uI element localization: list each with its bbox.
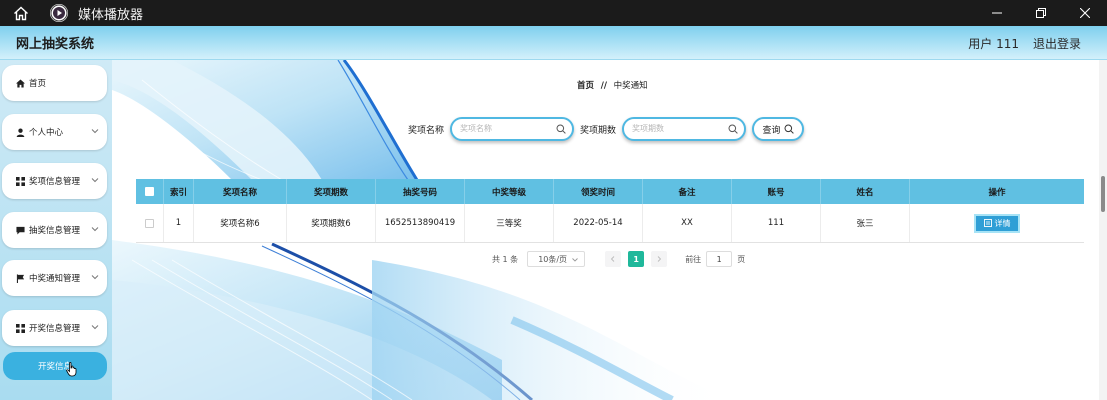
- title-bar: 媒体播放器: [0, 0, 1107, 26]
- close-button[interactable]: [1063, 0, 1107, 26]
- header-prize-name: 奖项名称: [194, 179, 287, 204]
- breadcrumb-current: 中奖通知: [613, 81, 648, 91]
- sidebar-item-lottery-info[interactable]: 抽奖信息管理: [2, 212, 107, 248]
- row-select-cell: [136, 204, 164, 242]
- sidebar-item-personal-center[interactable]: 个人中心: [2, 114, 107, 150]
- search-icon: [784, 124, 794, 134]
- sidebar-item-label: 个人中心: [29, 128, 64, 138]
- header-action: 操作: [988, 187, 1006, 198]
- header-index: 索引: [164, 179, 194, 204]
- chevron-down-icon: [91, 129, 99, 134]
- query-button-label: 查询: [762, 125, 781, 136]
- header-remark: 备注: [643, 179, 732, 204]
- restore-button[interactable]: [1019, 0, 1063, 26]
- sidebar-item-home[interactable]: 首页: [2, 65, 107, 101]
- prize-period-field[interactable]: [622, 117, 747, 141]
- prize-name-input[interactable]: [460, 124, 557, 133]
- sidebar-item-prize-info[interactable]: 奖项信息管理: [2, 163, 107, 199]
- grid-icon: [15, 176, 25, 186]
- sidebar: 首页 个人中心 奖项信息管理 抽奖信息管理 中奖通知管理 开奖信息管理 开奖信息: [0, 60, 112, 400]
- table-header-row: 索引 奖项名称 奖项期数 抽奖号码 中奖等级 领奖时间 备注 账号 姓名 操作: [136, 179, 1084, 204]
- page-size-value: 10条/页: [538, 254, 568, 264]
- cell-account: 111: [732, 204, 821, 242]
- person-icon: [15, 127, 25, 137]
- header-account: 账号: [732, 179, 821, 204]
- chevron-down-icon: [91, 178, 99, 183]
- cell-prize-period: 奖项期数6: [287, 204, 376, 242]
- prize-name-label: 奖项名称: [408, 125, 445, 136]
- select-all-checkbox[interactable]: [145, 187, 154, 196]
- winning-notice-table: 索引 奖项名称 奖项期数 抽奖号码 中奖等级 领奖时间 备注 账号 姓名 操作 …: [136, 179, 1084, 243]
- header-prize-period: 奖项期数: [287, 179, 376, 204]
- header-prize-level: 中奖等级: [465, 179, 554, 204]
- vertical-scrollbar[interactable]: [1099, 60, 1107, 400]
- media-player-icon: [50, 4, 68, 22]
- prize-period-input[interactable]: [632, 124, 729, 133]
- window-title: 媒体播放器: [78, 7, 144, 23]
- cell-action: 详情: [910, 204, 1084, 242]
- sidebar-item-winning-notice[interactable]: 中奖通知管理: [2, 260, 107, 296]
- grid-icon: [15, 323, 25, 333]
- table-row: 1 奖项名称6 奖项期数6 1652513890419 三等奖 2022-05-…: [136, 204, 1084, 243]
- cell-index: 1: [164, 204, 194, 242]
- select-all-cell: [136, 179, 164, 204]
- main-content: 首页 // 中奖通知 奖项名称 奖项期数 查询 索引 奖项名称 奖项期数 抽奖号…: [112, 60, 1099, 400]
- prize-name-field[interactable]: [450, 117, 575, 141]
- chevron-left-icon: [611, 256, 615, 262]
- home-icon: [15, 78, 25, 88]
- chat-icon: [15, 225, 25, 235]
- search-icon: [728, 124, 738, 134]
- row-checkbox[interactable]: [145, 218, 154, 228]
- sidebar-item-label: 抽奖信息管理: [29, 226, 81, 236]
- page-size-select[interactable]: 10条/页: [527, 251, 586, 267]
- hand-cursor-icon: [66, 362, 77, 377]
- logout-link[interactable]: 退出登录: [1033, 35, 1081, 52]
- page-number-active[interactable]: 1: [628, 251, 645, 267]
- search-bar: 奖项名称 奖项期数 查询: [408, 117, 805, 141]
- goto-prefix: 前往: [685, 254, 702, 264]
- pagination: 共 1 条 10条/页 1 前往 1 页: [492, 251, 745, 267]
- detail-button[interactable]: 详情: [974, 213, 1020, 233]
- chevron-down-icon: [91, 275, 99, 280]
- breadcrumb-home[interactable]: 首页: [577, 81, 594, 91]
- header-lottery-number: 抽奖号码: [376, 179, 465, 204]
- flag-icon: [15, 273, 25, 283]
- cell-prize-level: 三等奖: [465, 204, 554, 242]
- query-button[interactable]: 查询: [752, 117, 805, 141]
- chevron-right-icon: [657, 256, 662, 262]
- detail-button-label: 详情: [994, 218, 1011, 228]
- chevron-down-icon: [91, 227, 99, 232]
- breadcrumb-separator: //: [600, 81, 607, 91]
- sidebar-item-label: 首页: [29, 79, 47, 89]
- app-header: 网上抽奖系统 用户 111 退出登录: [0, 26, 1107, 60]
- document-icon: [983, 219, 992, 227]
- minimize-button[interactable]: [975, 0, 1019, 26]
- sidebar-item-label: 开奖信息管理: [29, 324, 81, 334]
- header-name: 姓名: [821, 179, 910, 204]
- cell-claim-time: 2022-05-14: [554, 204, 643, 242]
- chevron-down-icon: [572, 258, 579, 262]
- cell-name: 张三: [821, 204, 910, 242]
- home-icon[interactable]: [10, 2, 32, 24]
- cell-lottery-number: 1652513890419: [376, 204, 465, 242]
- sidebar-item-label: 奖项信息管理: [29, 177, 81, 187]
- sidebar-item-label: 中奖通知管理: [29, 274, 81, 284]
- breadcrumb: 首页 // 中奖通知: [577, 79, 648, 91]
- chevron-down-icon: [91, 325, 99, 330]
- search-icon: [556, 124, 566, 134]
- pagination-total: 共 1 条: [492, 254, 519, 264]
- sidebar-item-draw-info[interactable]: 开奖信息管理: [2, 310, 107, 346]
- goto-suffix: 页: [737, 254, 746, 264]
- cell-prize-name: 奖项名称6: [194, 204, 287, 242]
- goto-page-input[interactable]: 1: [706, 251, 733, 267]
- sidebar-item-draw-info-active[interactable]: 开奖信息: [3, 352, 107, 380]
- header-claim-time: 领奖时间: [554, 179, 643, 204]
- prev-page-button[interactable]: [605, 251, 622, 267]
- next-page-button[interactable]: [651, 251, 668, 267]
- cell-remark: XX: [643, 204, 732, 242]
- prize-period-label: 奖项期数: [580, 125, 617, 136]
- app-name: 网上抽奖系统: [16, 37, 95, 52]
- scrollbar-thumb[interactable]: [1101, 176, 1105, 212]
- user-label: 用户 111: [968, 36, 1019, 51]
